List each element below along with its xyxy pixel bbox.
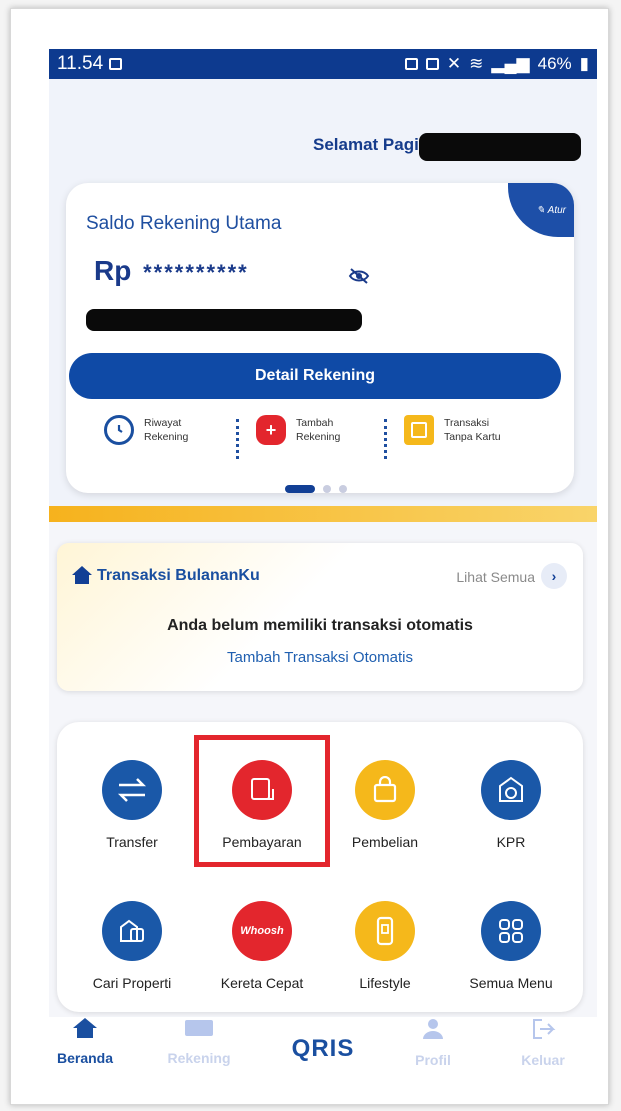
- monthly-transactions-card: Transaksi BulananKu Lihat Semua › Anda b…: [57, 543, 583, 691]
- status-time: 11.54: [57, 53, 104, 74]
- redacted-account-number: [86, 309, 362, 331]
- menu-label: Cari Properti: [92, 975, 172, 991]
- menu-label: Lifestyle: [359, 975, 411, 991]
- menu-label: Semua Menu: [469, 975, 553, 991]
- bottom-tab-bar: Beranda Rekening QRIS Profil Keluar: [49, 1017, 597, 1099]
- detail-account-button[interactable]: Detail Rekening: [69, 353, 561, 399]
- menu-item-lifestyle[interactable]: Lifestyle: [325, 901, 445, 991]
- tab-profil[interactable]: Profil: [383, 1017, 483, 1068]
- menu-item-kereta-cepat[interactable]: Whoosh Kereta Cepat: [202, 901, 322, 991]
- screenshot-frame: 11.54 ✕ ≋ ▂▄▆ 46% ▮ Selamat Pagi, ✎ Atur…: [10, 8, 609, 1105]
- card-icon: [185, 1020, 213, 1036]
- battery-percent: 46%: [537, 54, 572, 73]
- tab-label: Keluar: [521, 1052, 565, 1068]
- atur-label: Atur: [547, 204, 566, 216]
- menu-label: Kereta Cepat: [220, 975, 304, 991]
- monthly-title: Transaksi BulananKu: [97, 567, 260, 584]
- menu-item-cari-properti[interactable]: Cari Properti: [72, 901, 192, 991]
- home-icon: [72, 566, 92, 584]
- empty-message: Anda belum memiliki transaksi otomatis: [167, 617, 473, 634]
- logout-icon: [533, 1019, 556, 1039]
- grid-icon: [481, 901, 541, 961]
- carousel-dot: [339, 485, 347, 493]
- pencil-icon: ✎: [536, 204, 548, 216]
- user-icon: [423, 1019, 443, 1039]
- quick-actions: Riwayat Rekening + Tambah Rekening Trans…: [66, 415, 574, 475]
- history-action[interactable]: Riwayat Rekening: [104, 415, 188, 445]
- add-auto-transaction-link[interactable]: Tambah Transaksi Otomatis: [57, 649, 583, 666]
- tab-keluar[interactable]: Keluar: [493, 1017, 593, 1068]
- masked-balance: **********: [143, 260, 249, 285]
- carousel-indicator[interactable]: [285, 485, 347, 493]
- tab-rekening[interactable]: Rekening: [149, 1017, 249, 1066]
- wifi-icon: ≋: [469, 54, 484, 73]
- carousel-dot: [285, 485, 315, 493]
- qris-logo: QRIS: [291, 1035, 355, 1062]
- add-account-line1: Tambah: [296, 417, 334, 429]
- history-line2: Rekening: [144, 431, 189, 443]
- tab-label: Rekening: [167, 1050, 231, 1066]
- atm-icon: [404, 415, 434, 445]
- battery-icon: ▮: [579, 54, 589, 73]
- eye-slash-icon[interactable]: [348, 267, 370, 285]
- greeting-text: Selamat Pagi,: [313, 135, 424, 154]
- history-icon: [104, 415, 134, 445]
- tab-beranda[interactable]: Beranda: [49, 1017, 135, 1066]
- cardless-action[interactable]: Transaksi Tanpa Kartu: [404, 415, 501, 445]
- lock-icon: [404, 58, 418, 70]
- shopping-bag-icon: [355, 760, 415, 820]
- divider: [236, 419, 239, 459]
- add-account-line2: Rekening: [296, 431, 341, 443]
- account-card: ✎ Atur Saldo Rekening Utama Rp *********…: [66, 183, 574, 493]
- tab-label: Beranda: [56, 1050, 114, 1066]
- redacted-username: [419, 133, 581, 161]
- cardless-line1: Transaksi: [444, 417, 490, 429]
- history-line1: Riwayat: [144, 417, 182, 429]
- status-bar: 11.54 ✕ ≋ ▂▄▆ 46% ▮: [49, 49, 597, 79]
- signal-icon: ▂▄▆: [491, 54, 530, 73]
- menu-label: KPR: [496, 834, 526, 850]
- phone-icon: [355, 901, 415, 961]
- transfer-icon: [102, 760, 162, 820]
- add-account-action[interactable]: + Tambah Rekening: [256, 415, 340, 445]
- screenshot-icon: [109, 58, 123, 70]
- carousel-dot: [323, 485, 331, 493]
- phone-screen: 11.54 ✕ ≋ ▂▄▆ 46% ▮ Selamat Pagi, ✎ Atur…: [49, 49, 597, 1099]
- property-search-icon: [102, 901, 162, 961]
- home-header: Selamat Pagi, ✎ Atur Saldo Rekening Utam…: [49, 79, 597, 509]
- menu-label: Transfer: [106, 834, 158, 850]
- balance-title: Saldo Rekening Utama: [86, 213, 282, 234]
- balance-amount: Rp **********: [94, 255, 249, 287]
- plus-icon: +: [256, 415, 286, 445]
- home-icon: [73, 1018, 97, 1038]
- menu-item-transfer[interactable]: Transfer: [72, 760, 192, 850]
- tab-label: Profil: [415, 1052, 451, 1068]
- whoosh-train-icon: Whoosh: [232, 901, 292, 961]
- menu-item-kpr[interactable]: KPR: [451, 760, 571, 850]
- tab-qris[interactable]: QRIS: [273, 1017, 373, 1063]
- highlight-box: [194, 735, 330, 867]
- house-icon: [481, 760, 541, 820]
- cardless-line2: Tanpa Kartu: [444, 431, 501, 443]
- divider: [384, 419, 387, 459]
- chevron-right-icon[interactable]: ›: [541, 563, 567, 589]
- atur-button[interactable]: ✎ Atur: [508, 183, 574, 237]
- notification-icon: [425, 58, 439, 70]
- mute-icon: ✕: [446, 54, 462, 73]
- menu-item-semua-menu[interactable]: Semua Menu: [451, 901, 571, 991]
- whoosh-badge: Whoosh: [240, 925, 284, 937]
- menu-label: Pembelian: [351, 834, 419, 850]
- currency-label: Rp: [94, 255, 132, 286]
- see-all-link[interactable]: Lihat Semua: [456, 569, 535, 585]
- menu-item-pembelian[interactable]: Pembelian: [325, 760, 445, 850]
- yellow-stripe: [49, 506, 597, 522]
